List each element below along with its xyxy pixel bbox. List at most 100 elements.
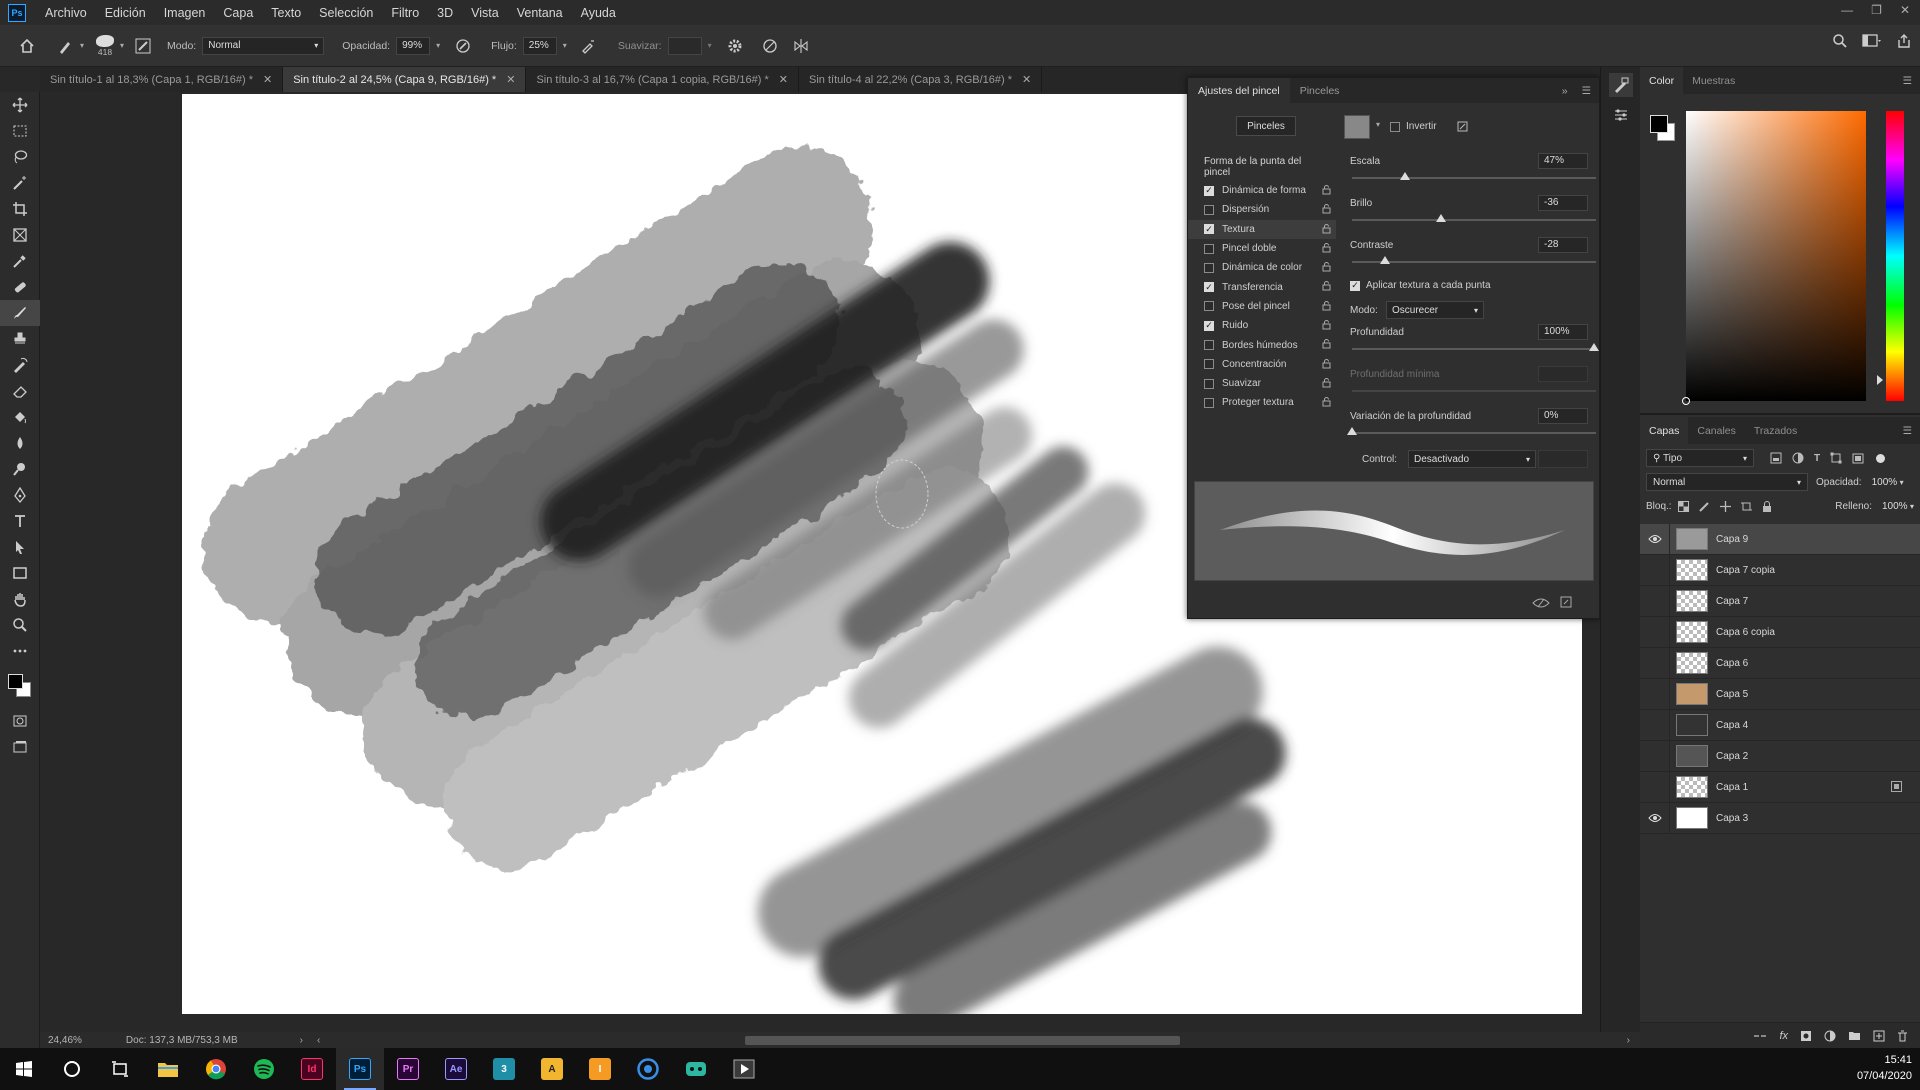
search-icon[interactable]: [1832, 33, 1848, 49]
scale-slider-track[interactable]: [1352, 177, 1596, 179]
new-layer-icon[interactable]: [1873, 1030, 1885, 1042]
healing-brush-icon[interactable]: [0, 274, 40, 300]
checkbox-unchecked[interactable]: [1204, 340, 1214, 351]
layer-row[interactable]: Capa 7 copia: [1640, 554, 1920, 586]
lasso-tool-icon[interactable]: [0, 144, 40, 170]
layer-row[interactable]: Capa 7: [1640, 585, 1920, 617]
horizontal-scrollbar[interactable]: [745, 1036, 1180, 1045]
lock-image-icon[interactable]: [1698, 501, 1710, 512]
eyedropper-icon[interactable]: [0, 248, 40, 274]
lock-artboard-icon[interactable]: [1740, 501, 1752, 512]
mode-select[interactable]: Normal ▾: [202, 36, 325, 55]
visibility-toggle[interactable]: [1640, 709, 1670, 741]
paint-bucket-icon[interactable]: [0, 404, 40, 430]
new-group-icon[interactable]: [1848, 1030, 1861, 1041]
home-icon[interactable]: [16, 35, 38, 57]
close-tab-icon[interactable]: ✕: [779, 73, 788, 86]
layer-row[interactable]: Capa 6: [1640, 647, 1920, 679]
adjustment-layer-icon[interactable]: [1824, 1030, 1836, 1042]
texture-pattern-swatch[interactable]: [1344, 115, 1370, 139]
menu-seleccion[interactable]: Selección: [310, 6, 382, 20]
filter-shape-icon[interactable]: [1830, 452, 1842, 464]
layer-filter-select[interactable]: ⚲ Tipo ▾: [1646, 449, 1754, 467]
brushes-button[interactable]: Pinceles: [1236, 116, 1296, 136]
close-icon[interactable]: ✕: [1900, 3, 1910, 17]
invert-checkbox-box[interactable]: [1390, 121, 1400, 132]
circle-app-icon[interactable]: [624, 1048, 672, 1090]
lock-icon[interactable]: [1322, 320, 1331, 330]
menu-capa[interactable]: Capa: [214, 6, 262, 20]
lock-all-icon[interactable]: [1762, 500, 1772, 512]
option-color-dynamics[interactable]: Dinámica de color: [1188, 258, 1336, 277]
layer-name[interactable]: Capa 2: [1716, 751, 1748, 762]
layer-row[interactable]: Capa 3: [1640, 802, 1920, 834]
brightness-input[interactable]: -36: [1538, 195, 1588, 211]
fill-input[interactable]: 100%: [1876, 497, 1908, 515]
checkbox-unchecked[interactable]: [1204, 397, 1214, 408]
layer-opacity-input[interactable]: 100%: [1866, 473, 1898, 491]
cortana-search-icon[interactable]: [48, 1048, 96, 1090]
option-scattering[interactable]: Dispersión: [1188, 200, 1336, 219]
brightness-slider-thumb[interactable]: [1436, 214, 1446, 222]
depth-jitter-input[interactable]: 0%: [1538, 408, 1588, 424]
crop-tool-icon[interactable]: [0, 196, 40, 222]
menu-vista[interactable]: Vista: [462, 6, 508, 20]
chevron-down-icon[interactable]: ▾: [708, 41, 712, 50]
media-player-icon[interactable]: [720, 1048, 768, 1090]
close-tab-icon[interactable]: ✕: [506, 73, 515, 86]
checkbox-unchecked[interactable]: [1204, 243, 1214, 254]
visibility-toggle[interactable]: [1640, 678, 1670, 710]
magic-wand-icon[interactable]: [0, 170, 40, 196]
delete-layer-icon[interactable]: [1897, 1030, 1908, 1042]
lock-icon[interactable]: [1322, 262, 1331, 272]
add-mask-icon[interactable]: [1800, 1030, 1812, 1042]
option-build-up[interactable]: Concentración: [1188, 355, 1336, 374]
option-wet-edges[interactable]: Bordes húmedos: [1188, 335, 1336, 354]
layer-row[interactable]: Capa 9: [1640, 523, 1920, 555]
tab-channels[interactable]: Canales: [1688, 417, 1745, 444]
layer-row[interactable]: Capa 4: [1640, 709, 1920, 741]
rectangle-tool-icon[interactable]: [0, 560, 40, 586]
tab-layers[interactable]: Capas: [1640, 417, 1689, 444]
file-explorer-icon[interactable]: [144, 1048, 192, 1090]
layer-row[interactable]: Capa 2: [1640, 740, 1920, 772]
tab-brush-settings[interactable]: Ajustes del pincel: [1188, 78, 1290, 103]
menu-filtro[interactable]: Filtro: [382, 6, 428, 20]
photoshop-app-icon[interactable]: Ps: [336, 1048, 384, 1090]
history-brush-icon[interactable]: [0, 352, 40, 378]
task-view-icon[interactable]: [96, 1048, 144, 1090]
chevron-down-icon[interactable]: ▾: [1900, 478, 1904, 487]
visibility-toggle[interactable]: [1640, 771, 1670, 803]
blur-tool-icon[interactable]: [0, 430, 40, 456]
menu-archivo[interactable]: Archivo: [36, 6, 96, 20]
windows-start-icon[interactable]: [0, 1048, 48, 1090]
hand-tool-icon[interactable]: [0, 586, 40, 612]
quick-mask-icon[interactable]: [0, 708, 40, 734]
color-picker-ring[interactable]: [1682, 397, 1690, 405]
depth-slider-track[interactable]: [1352, 348, 1596, 350]
screen-mode-icon[interactable]: [0, 734, 40, 760]
doc-tab-2[interactable]: Sin título-2 al 24,5% (Capa 9, RGB/16#) …: [283, 67, 527, 92]
lock-icon[interactable]: [1322, 397, 1331, 407]
checkbox-checked[interactable]: ✓: [1204, 224, 1214, 235]
brush-tool-icon[interactable]: [0, 300, 40, 326]
app-3-icon[interactable]: 3: [480, 1048, 528, 1090]
close-tab-icon[interactable]: ✕: [263, 73, 272, 86]
new-preset-icon[interactable]: [1457, 121, 1468, 132]
depth-input[interactable]: 100%: [1538, 324, 1588, 340]
visibility-toggle[interactable]: [1640, 585, 1670, 617]
frame-tool-icon[interactable]: [0, 222, 40, 248]
visibility-eye-icon[interactable]: [1640, 523, 1670, 555]
option-shape-dynamics[interactable]: ✓ Dinámica de forma: [1188, 181, 1336, 200]
system-clock[interactable]: 15:41 07/04/2020: [1857, 1052, 1912, 1084]
airbrush-icon[interactable]: [577, 35, 599, 57]
checkbox-unchecked[interactable]: [1204, 301, 1214, 312]
scroll-left-icon[interactable]: ‹: [317, 1035, 320, 1046]
option-brush-pose[interactable]: Pose del pincel: [1188, 297, 1336, 316]
layer-name[interactable]: Capa 1: [1716, 782, 1748, 793]
lock-icon[interactable]: [1322, 300, 1331, 311]
filter-type-icon[interactable]: T: [1814, 453, 1820, 464]
option-dual-brush[interactable]: Pincel doble: [1188, 239, 1336, 258]
brush-tool-preset-icon[interactable]: [55, 35, 77, 57]
tab-swatches[interactable]: Muestras: [1683, 67, 1744, 94]
